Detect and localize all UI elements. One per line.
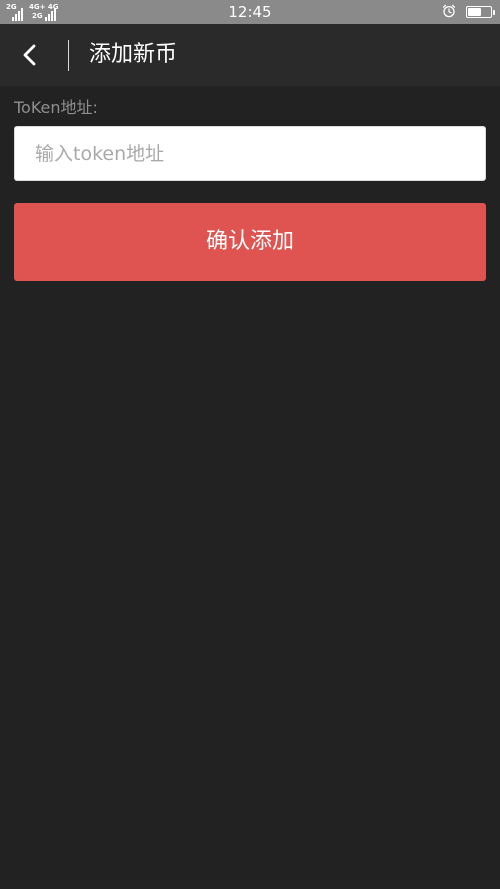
status-right-icons (442, 3, 495, 22)
battery-icon (466, 6, 495, 18)
header-divider (68, 40, 69, 71)
token-address-label: ToKen地址: (14, 98, 98, 117)
back-button[interactable] (12, 38, 48, 72)
app-header: 添加新币 (0, 24, 500, 86)
chevron-left-icon (23, 44, 36, 66)
page-title: 添加新币 (89, 42, 178, 67)
status-time: 12:45 (228, 3, 272, 21)
token-address-input[interactable] (14, 126, 486, 181)
confirm-add-button[interactable]: 确认添加 (14, 203, 486, 281)
battery-level (468, 8, 481, 16)
alarm-clock-icon (442, 3, 456, 22)
add-token-screen: 2G 4G+ 4G 2G 12:45 添加新币 ToKen地址: 输入token… (0, 0, 500, 889)
status-bar: 2G 4G+ 4G 2G 12:45 (0, 0, 500, 24)
